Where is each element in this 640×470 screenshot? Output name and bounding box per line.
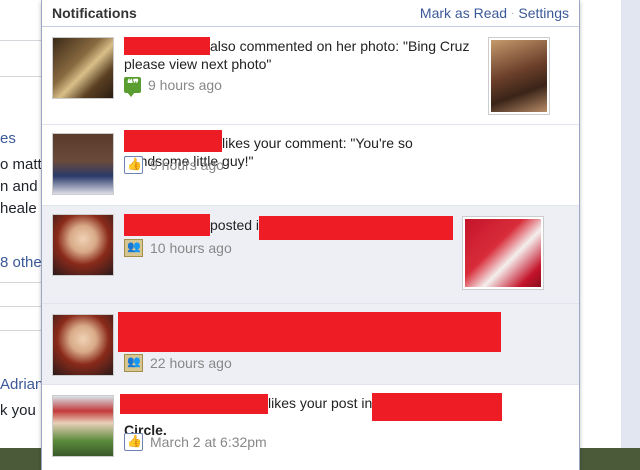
redacted-message <box>118 312 501 352</box>
settings-link[interactable]: Settings <box>518 5 569 21</box>
notification-meta: ❝❞ 9 hours ago <box>124 77 222 97</box>
avatar[interactable] <box>52 314 114 376</box>
separator: · <box>511 7 515 19</box>
background-text: k you <box>0 402 36 419</box>
divider <box>0 40 42 41</box>
avatar[interactable] <box>52 214 114 276</box>
divider <box>0 76 42 77</box>
redacted-name <box>124 214 210 236</box>
redacted-group <box>372 393 503 421</box>
timestamp: March 2 at 6:32pm <box>150 434 267 450</box>
notification-item[interactable]: 👥 22 hours ago <box>42 304 579 385</box>
timestamp: 9 hours ago <box>148 77 222 93</box>
background-link[interactable]: Adrian <box>0 376 42 393</box>
notification-meta: 👍 9 hours ago <box>124 156 224 174</box>
like-icon: 👍 <box>124 156 143 174</box>
notification-item[interactable]: posted i 👥 10 hours ago <box>42 206 579 304</box>
notification-meta: 👥 22 hours ago <box>124 354 232 372</box>
notification-item[interactable]: also commented on her photo: "Bing Cruz … <box>42 27 579 125</box>
divider <box>0 330 42 331</box>
background-link[interactable]: 8 othe <box>0 254 42 271</box>
notification-item[interactable]: likes your post in Circle. 👍 March 2 at … <box>42 385 579 470</box>
notifications-panel: Notifications Mark as Read · Settings al… <box>41 0 580 470</box>
mark-as-read-link[interactable]: Mark as Read <box>420 5 507 21</box>
divider <box>0 306 42 307</box>
background-text: n and s <box>0 178 42 195</box>
avatar[interactable] <box>52 133 114 195</box>
post-thumbnail[interactable] <box>462 216 544 290</box>
header-links: Mark as Read · Settings <box>420 5 569 21</box>
panel-title: Notifications <box>52 5 137 21</box>
comment-icon: ❝❞ <box>124 77 141 97</box>
group-icon: 👥 <box>124 354 143 372</box>
avatar[interactable] <box>52 395 114 457</box>
background-text: heale <box>0 200 37 217</box>
timestamp: 9 hours ago <box>150 157 224 173</box>
group-icon: 👥 <box>124 239 143 257</box>
notification-text <box>118 312 501 352</box>
notification-meta: 👥 10 hours ago <box>124 239 232 257</box>
avatar[interactable] <box>52 37 114 99</box>
notifications-header: Notifications Mark as Read · Settings <box>42 0 579 27</box>
redacted-name <box>124 37 210 55</box>
notification-meta: 👍 March 2 at 6:32pm <box>124 433 267 451</box>
redacted-name <box>124 130 222 152</box>
notification-message: likes your post in <box>268 395 373 411</box>
timestamp: 10 hours ago <box>150 240 232 256</box>
notification-text: also commented on her photo: "Bing Cruz … <box>124 37 479 73</box>
background-page: es o matt n and s heale 8 othe Adrian k … <box>0 0 42 470</box>
notification-text: posted i <box>124 214 479 240</box>
background-right-column <box>578 0 640 470</box>
notification-item[interactable]: likes your comment: "You're so handsome … <box>42 125 579 206</box>
redacted-name <box>120 394 268 414</box>
photo-thumbnail[interactable] <box>488 37 550 115</box>
like-icon: 👍 <box>124 433 143 451</box>
redacted-group <box>259 216 454 240</box>
background-text: o matt <box>0 156 42 173</box>
background-text: es <box>0 130 16 147</box>
divider <box>0 282 42 283</box>
notification-message: posted i <box>210 217 260 233</box>
timestamp: 22 hours ago <box>150 355 232 371</box>
